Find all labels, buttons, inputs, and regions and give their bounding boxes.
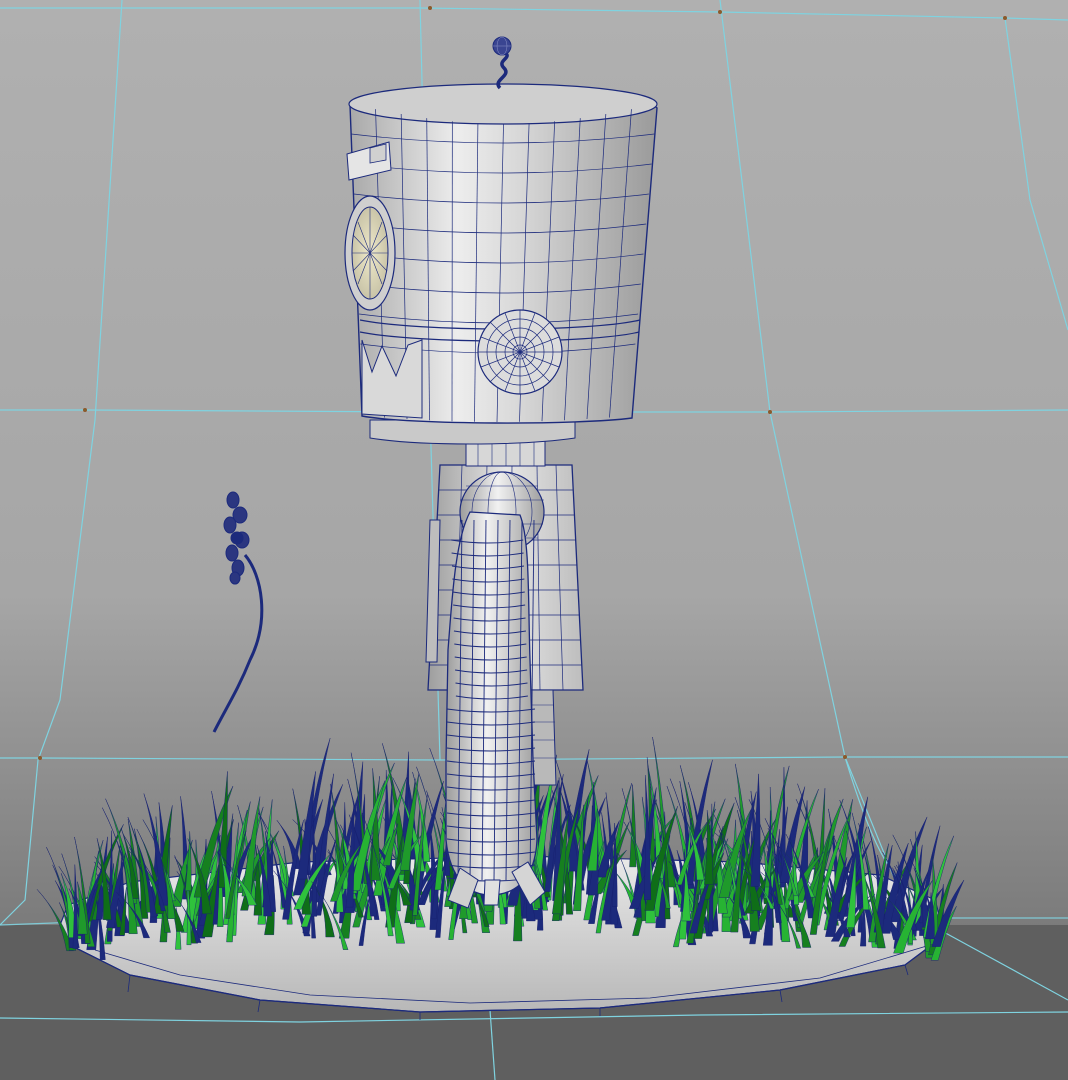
3d-viewport[interactable] <box>0 0 1068 1080</box>
scene-canvas[interactable] <box>0 0 1068 1080</box>
round-port <box>477 309 563 395</box>
robot-head[interactable] <box>344 83 658 445</box>
dial-eye <box>344 195 396 311</box>
